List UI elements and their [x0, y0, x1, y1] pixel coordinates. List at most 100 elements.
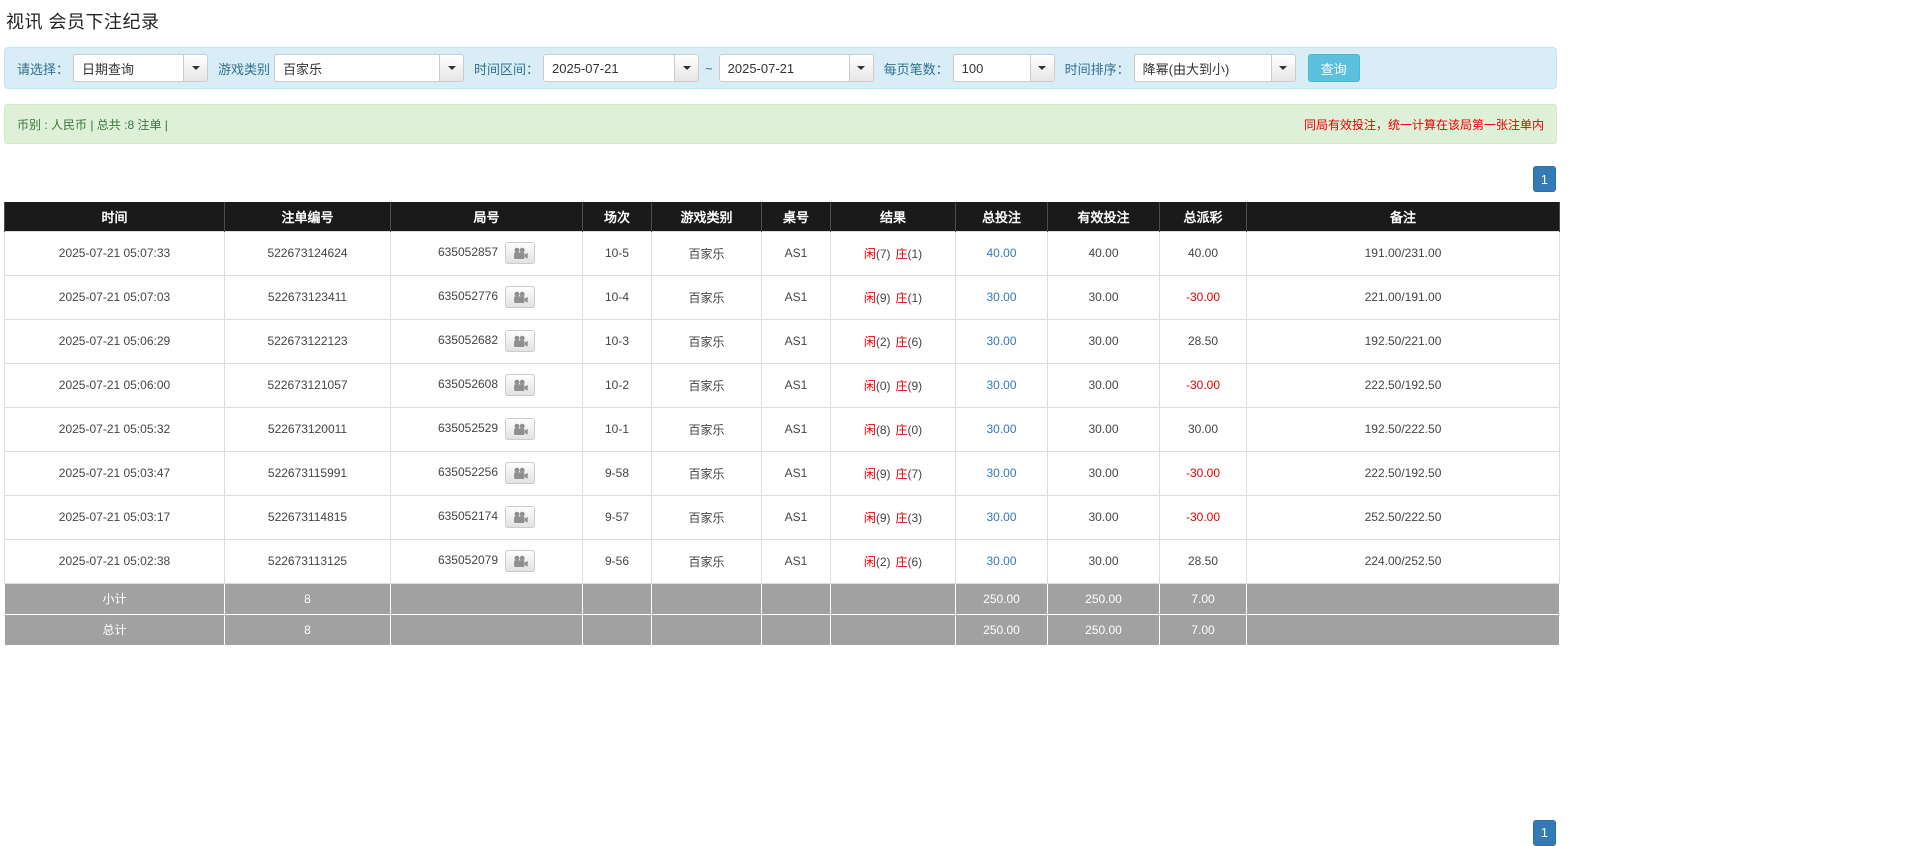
cell-valid-bet: 30.00: [1047, 450, 1160, 496]
cell-total-bet[interactable]: 40.00: [955, 230, 1048, 276]
cell-game-type: 百家乐: [651, 406, 762, 452]
cell-table: AS1: [761, 230, 831, 276]
video-replay-button[interactable]: [505, 506, 536, 528]
cell-round: 635052529: [390, 406, 583, 452]
result-banker-score: (7): [907, 466, 923, 481]
cell-round: 635052776: [390, 274, 583, 320]
date-to-field[interactable]: [718, 54, 874, 82]
cell-result: 闲(7) 庄(1): [830, 230, 956, 276]
result-player-label: 闲: [863, 290, 876, 305]
cell-round: 635052079: [390, 538, 583, 584]
video-replay-button[interactable]: [505, 374, 536, 396]
cell-total-bet[interactable]: 30.00: [955, 318, 1048, 364]
search-button[interactable]: 查询: [1307, 54, 1360, 82]
result-banker-label: 庄: [895, 290, 908, 305]
video-camera-icon: [513, 511, 528, 523]
cell-total-bet[interactable]: 30.00: [955, 450, 1048, 496]
game-type-select[interactable]: 百家乐: [274, 54, 465, 82]
main-content: 视讯 会员下注纪录 请选择： 日期查询 游戏类别 百家乐 时间区间： ~ 每页笔…: [0, 0, 1560, 846]
cell-table: AS1: [761, 494, 831, 540]
empty-cell: [582, 613, 652, 646]
cell-round: 635052857: [390, 230, 583, 276]
video-replay-button[interactable]: [505, 286, 536, 308]
cell-time: 2025-07-21 05:06:29: [4, 318, 225, 364]
date-from-input[interactable]: [544, 55, 675, 81]
cell-valid-bet: 30.00: [1047, 318, 1160, 364]
result-player-score: (9): [875, 466, 891, 481]
video-replay-button[interactable]: [505, 550, 536, 572]
chevron-down-icon: [183, 55, 208, 81]
cell-game-type: 百家乐: [651, 274, 762, 320]
cell-result: 闲(8) 庄(0): [830, 406, 956, 452]
date-range-separator: ~: [705, 60, 713, 76]
subtotal-payout: 7.00: [1159, 582, 1247, 615]
video-replay-button[interactable]: [505, 462, 536, 484]
result-player-score: (9): [875, 290, 891, 305]
cell-table: AS1: [761, 406, 831, 452]
table-row: 2025-07-21 05:03:47 522673115991 6350522…: [4, 450, 1560, 496]
chevron-down-icon: [674, 55, 699, 81]
result-player-label: 闲: [863, 510, 876, 525]
page-button[interactable]: 1: [1532, 166, 1556, 192]
video-replay-button[interactable]: [505, 418, 536, 440]
cell-round: 635052608: [390, 362, 583, 408]
page-size-field[interactable]: [952, 54, 1055, 82]
cell-round: 635052174: [390, 494, 583, 540]
date-to-input[interactable]: [719, 55, 849, 81]
empty-cell: [651, 613, 762, 646]
video-replay-button[interactable]: [505, 242, 536, 264]
empty-cell: [1246, 582, 1560, 615]
cell-valid-bet: 30.00: [1047, 362, 1160, 408]
cell-total-bet[interactable]: 30.00: [955, 494, 1048, 540]
table-row: 2025-07-21 05:06:00 522673121057 6350526…: [4, 362, 1560, 408]
cell-note: 222.50/192.50: [1246, 450, 1560, 496]
page-button[interactable]: 1: [1532, 819, 1556, 846]
result-banker-score: (0): [907, 422, 923, 437]
time-sort-value: 降幂(由大到小): [1142, 61, 1230, 77]
round-id: 635052776: [437, 289, 499, 304]
total-count: 8: [224, 613, 391, 646]
cell-session: 10-1: [582, 406, 652, 452]
table-row: 2025-07-21 05:05:32 522673120011 6350525…: [4, 406, 1560, 452]
cell-total-bet[interactable]: 30.00: [955, 362, 1048, 408]
total-valid-bet: 250.00: [1047, 613, 1160, 646]
video-camera-icon: [513, 335, 528, 347]
cell-note: 221.00/191.00: [1246, 274, 1560, 320]
cell-time: 2025-07-21 05:03:17: [4, 494, 225, 540]
empty-cell: [761, 582, 831, 615]
query-type-label: 请选择：: [17, 61, 70, 77]
col-round: 局号: [390, 202, 583, 231]
cell-total-bet[interactable]: 30.00: [955, 406, 1048, 452]
video-camera-icon: [513, 291, 528, 303]
total-total-bet: 250.00: [955, 613, 1048, 646]
cell-payout: 28.50: [1159, 538, 1247, 584]
cell-bet-id: 522673124624: [224, 230, 391, 276]
col-result: 结果: [830, 202, 956, 231]
cell-note: 192.50/221.00: [1246, 318, 1560, 364]
result-banker-label: 庄: [895, 554, 908, 569]
date-range-label: 时间区间：: [474, 61, 540, 77]
time-sort-select[interactable]: 降幂(由大到小): [1133, 54, 1296, 82]
cell-time: 2025-07-21 05:06:00: [4, 362, 225, 408]
cell-time: 2025-07-21 05:02:38: [4, 538, 225, 584]
cell-valid-bet: 30.00: [1047, 274, 1160, 320]
empty-cell: [390, 582, 583, 615]
currency-summary: 币别 : 人民币 | 总共 :8 注单 |: [17, 117, 168, 132]
chevron-down-icon: [848, 55, 873, 81]
result-player-label: 闲: [863, 378, 876, 393]
cell-total-bet[interactable]: 30.00: [955, 538, 1048, 584]
result-banker-score: (9): [907, 378, 923, 393]
date-from-field[interactable]: [543, 54, 700, 82]
game-type-label: 游戏类别: [218, 61, 271, 77]
page-title: 视讯 会员下注纪录: [6, 12, 160, 32]
result-banker-label: 庄: [895, 334, 908, 349]
cell-result: 闲(9) 庄(7): [830, 450, 956, 496]
result-player-score: (2): [875, 334, 891, 349]
cell-valid-bet: 30.00: [1047, 406, 1160, 452]
page-size-input[interactable]: [953, 55, 1030, 81]
cell-total-bet[interactable]: 30.00: [955, 274, 1048, 320]
round-id: 635052857: [437, 245, 499, 260]
cell-note: 224.00/252.50: [1246, 538, 1560, 584]
video-replay-button[interactable]: [505, 330, 536, 352]
query-type-select[interactable]: 日期查询: [73, 54, 209, 82]
